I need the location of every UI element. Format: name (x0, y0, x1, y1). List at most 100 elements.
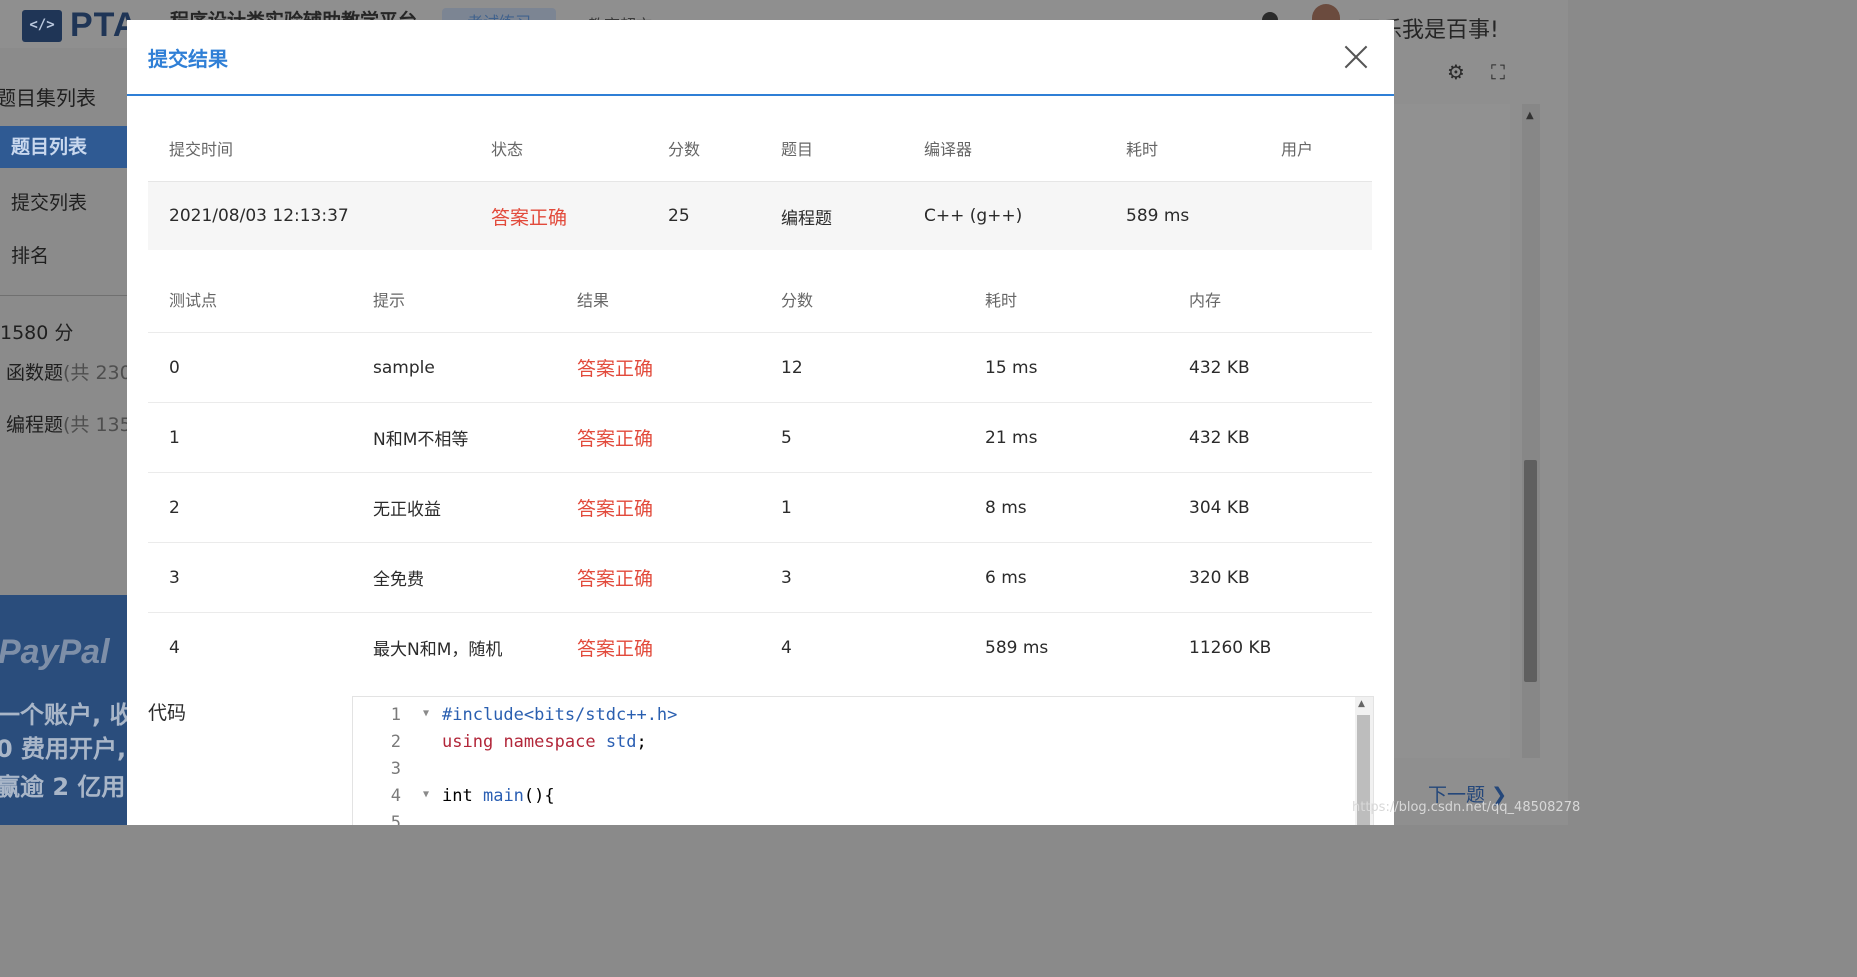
table-row: 1 N和M不相等 答案正确 5 21 ms 432 KB (148, 402, 1372, 473)
code-token: main (482, 786, 524, 806)
code-line[interactable]: 5 (353, 813, 1353, 825)
code-logo-icon: </> (22, 9, 62, 42)
programming-problem-type[interactable]: 编程题(共 1350 (6, 410, 144, 437)
column-header: 耗时 (1105, 115, 1260, 182)
total-score: 1580 分 (0, 322, 74, 344)
code-line[interactable]: 2 using namespace std; (353, 732, 1353, 759)
column-header: 内存 (1189, 291, 1222, 310)
table-header-row: 提交时间 状态 分数 题目 编译器 耗时 用户 (148, 115, 1372, 182)
case-hint: 无正收益 (352, 472, 556, 543)
case-hint: 最大N和M，随机 (352, 612, 556, 682)
case-memory: 432 KB (1168, 402, 1372, 473)
code-label: 代码 (148, 702, 187, 724)
case-hint: sample (352, 332, 556, 403)
line-number: 5 (390, 813, 401, 825)
submit-time: 2021/08/03 12:13:37 (148, 181, 470, 250)
column-header: 耗时 (985, 291, 1018, 310)
case-memory: 320 KB (1168, 542, 1372, 613)
paypal-ad-banner[interactable]: PayPal 一个账户, 收 0 费用开户, 赢逾 2 亿用 (0, 595, 127, 825)
modal-title: 提交结果 (148, 47, 228, 71)
fullscreen-icon[interactable]: ⛶ (1488, 62, 1508, 82)
sidebar-item-submission-list[interactable]: 提交列表 (11, 188, 87, 215)
line-number: 3 (390, 759, 401, 779)
column-header: 结果 (577, 291, 610, 310)
line-number: 1 (390, 705, 401, 725)
settings-gear-icon[interactable]: ⚙ (1446, 62, 1466, 82)
submit-problem: 编程题 (760, 181, 903, 250)
submit-duration: 589 ms (1105, 181, 1260, 250)
code-token: using (442, 732, 494, 752)
fold-arrow-icon[interactable]: ▼ (423, 789, 429, 800)
code-editor[interactable]: 1 ▼ #include<bits/stdc++.h> 2 using name… (352, 696, 1374, 825)
code-line[interactable]: 4 ▼ int main(){ (353, 786, 1353, 813)
case-score: 5 (760, 402, 964, 473)
close-icon[interactable] (1343, 44, 1369, 70)
case-id: 4 (148, 612, 352, 682)
column-header: 编译器 (903, 115, 1105, 182)
code-token: namespace (503, 732, 596, 752)
code-text: #include<bits/stdc++.h> (442, 705, 678, 725)
sidebar-item-problem-list[interactable]: 题目列表 (0, 126, 127, 168)
sidebar-item-ranking[interactable]: 排名 (11, 241, 49, 268)
submit-compiler: C++ (g++) (903, 181, 1105, 250)
case-id: 2 (148, 472, 352, 543)
fold-arrow-icon[interactable]: ▼ (423, 708, 429, 719)
submission-result-modal: 提交结果 提交时间 状态 分数 题目 编译器 耗时 用户 2021/08/03 … (127, 20, 1394, 825)
column-header: 提示 (373, 291, 406, 310)
case-score: 3 (760, 542, 964, 613)
case-result: 答案正确 (556, 402, 760, 473)
line-number: 2 (390, 732, 401, 752)
submit-user (1260, 181, 1372, 250)
type-count: (共 230 (63, 362, 132, 384)
code-token: (){ (523, 786, 555, 806)
code-text: int main(){ (442, 786, 555, 806)
case-result: 答案正确 (556, 332, 760, 403)
submission-summary-table: 提交时间 状态 分数 题目 编译器 耗时 用户 2021/08/03 12:13… (148, 115, 1372, 250)
column-header: 题目 (760, 115, 903, 182)
case-score: 1 (760, 472, 964, 543)
column-header: 用户 (1260, 115, 1372, 182)
submit-score: 25 (647, 181, 760, 250)
table-row: 3 全免费 答案正确 3 6 ms 320 KB (148, 542, 1372, 613)
case-result: 答案正确 (556, 542, 760, 613)
column-header: 状态 (470, 115, 647, 182)
sidebar-title[interactable]: 题目集列表 (0, 82, 96, 111)
column-header: 提交时间 (148, 115, 470, 182)
ad-line: 0 费用开户, (0, 735, 127, 763)
case-score: 12 (760, 332, 964, 403)
table-row: 4 最大N和M，随机 答案正确 4 589 ms 11260 KB (148, 612, 1372, 682)
pta-logo[interactable]: </> PTA (22, 6, 138, 45)
submit-status: 答案正确 (470, 181, 647, 250)
case-score: 4 (760, 612, 964, 682)
table-row: 0 sample 答案正确 12 15 ms 432 KB (148, 332, 1372, 403)
case-time: 15 ms (964, 332, 1168, 403)
ad-line: 赢逾 2 亿用 (0, 773, 126, 801)
case-memory: 11260 KB (1168, 612, 1372, 682)
type-label: 函数题 (6, 362, 64, 384)
function-problem-type[interactable]: 函数题(共 230 (6, 358, 132, 385)
sidebar-divider (0, 295, 127, 296)
case-memory: 304 KB (1168, 472, 1372, 543)
scroll-up-arrow-icon[interactable]: ▲ (1358, 699, 1365, 709)
case-time: 21 ms (964, 402, 1168, 473)
code-token: std (605, 732, 637, 752)
column-header: 分数 (781, 291, 814, 310)
code-line[interactable]: 1 ▼ #include<bits/stdc++.h> (353, 705, 1353, 732)
table-row: 2 无正收益 答案正确 1 8 ms 304 KB (148, 472, 1372, 543)
ad-line: 一个账户, 收 (0, 701, 127, 729)
problem-content-area (1394, 104, 1510, 758)
scroll-up-arrow-icon[interactable]: ▲ (1526, 110, 1534, 121)
case-time: 8 ms (964, 472, 1168, 543)
case-result: 答案正确 (556, 612, 760, 682)
column-header: 测试点 (169, 291, 218, 310)
case-time: 6 ms (964, 542, 1168, 613)
code-line[interactable]: 3 (353, 759, 1353, 786)
case-time: 589 ms (964, 612, 1168, 682)
case-result: 答案正确 (556, 472, 760, 543)
ad-brand: PayPal (0, 633, 110, 671)
test-case-table: 测试点 提示 结果 分数 耗时 内存 0 sample 答案正确 12 15 m… (148, 266, 1372, 682)
page-scrollbar-thumb[interactable] (1524, 460, 1537, 682)
case-id: 0 (148, 332, 352, 403)
code-token: ; (636, 732, 647, 752)
watermark: https://blog.csdn.net/qq_48508278 (1352, 800, 1581, 815)
